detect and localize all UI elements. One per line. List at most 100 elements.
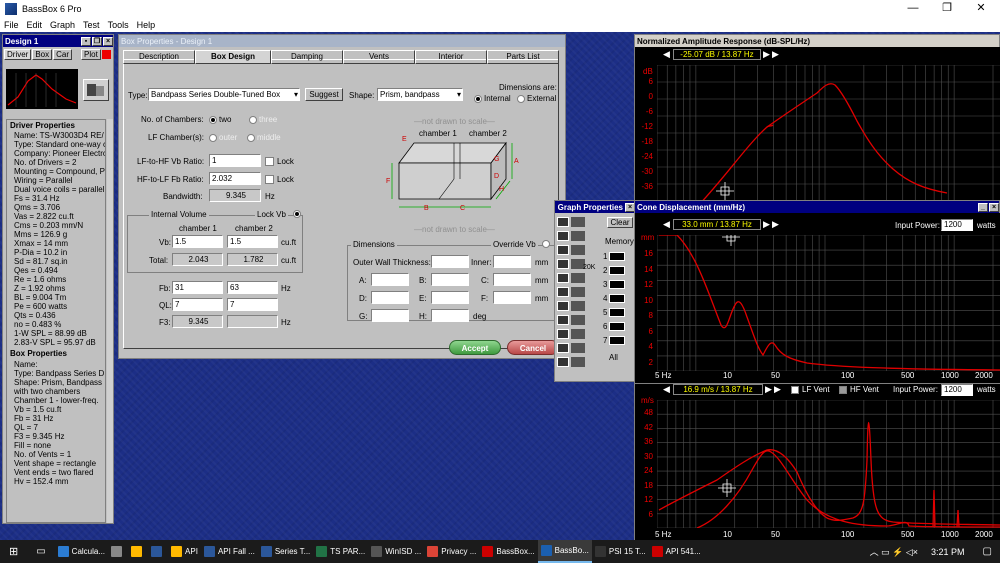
graph-tool-icon[interactable] — [571, 343, 585, 353]
tab-box[interactable]: Box — [32, 49, 53, 60]
close-icon[interactable]: × — [989, 203, 999, 212]
inner-wall-input[interactable] — [493, 255, 531, 268]
vent-fast-forward-icon[interactable]: ▶ — [774, 384, 781, 395]
lock-vb-ratio-checkbox[interactable]: Lock — [265, 157, 294, 167]
graph-tool-icon[interactable] — [557, 259, 569, 269]
readout-left-arrow-icon[interactable]: ◀ — [663, 49, 670, 60]
plot-button[interactable]: Plot — [81, 49, 101, 60]
memory-slot[interactable]: 3 — [603, 277, 633, 291]
dim-a-input[interactable] — [371, 273, 409, 286]
menu-edit[interactable]: Edit — [27, 20, 43, 30]
graph-tool-icon[interactable] — [557, 287, 569, 297]
taskbar-app[interactable]: WinISD ... — [368, 540, 424, 563]
vent-plot-area[interactable]: 16.9 m/s / 13.87 Hz ◀ ▶ ▶ LF Vent HF Ven… — [635, 384, 1000, 541]
outer-wall-input[interactable] — [431, 255, 469, 268]
taskbar-app[interactable] — [108, 540, 128, 563]
taskbar-app[interactable]: API 541... — [649, 540, 704, 563]
taskbar-app[interactable] — [148, 540, 168, 563]
restore-icon[interactable]: ❐ — [932, 0, 962, 17]
tab-car[interactable]: Car — [53, 49, 73, 60]
graph-tool-icon[interactable] — [571, 287, 585, 297]
vent-power-input[interactable]: 1200 — [941, 384, 973, 396]
vent-right-arrow-icon[interactable]: ▶ — [765, 384, 772, 395]
box-type-select[interactable]: Bandpass Series Double-Tuned Box ▾ — [148, 88, 300, 101]
chambers-two-radio[interactable]: two — [209, 115, 231, 124]
tab-interior[interactable]: Interior — [415, 50, 487, 64]
menu-test[interactable]: Test — [83, 20, 100, 30]
tab-description[interactable]: Description — [123, 50, 195, 64]
hf-lf-fb-input[interactable]: 2.032 — [209, 172, 261, 185]
graph-tool-icon[interactable] — [557, 357, 569, 367]
cone-plot-area[interactable]: 33.0 mm / 13.87 Hz ◀ ▶ ▶ Input Power: 12… — [635, 213, 1000, 384]
memory-slot[interactable]: 7 — [603, 333, 633, 347]
taskbar-app[interactable]: API — [168, 540, 201, 563]
lock-fb-ratio-checkbox[interactable]: Lock — [265, 175, 294, 185]
menu-file[interactable]: File — [4, 20, 19, 30]
tab-parts-list[interactable]: Parts List — [487, 50, 559, 64]
internal-radio[interactable]: Internal — [474, 94, 511, 103]
close-icon[interactable]: ✕ — [966, 0, 996, 17]
menu-graph[interactable]: Graph — [50, 20, 75, 30]
lock-vb-radio[interactable] — [293, 210, 301, 218]
graph-tool-icon[interactable] — [557, 301, 569, 311]
ql1-input[interactable]: 7 — [172, 298, 223, 311]
lf-hf-vb-input[interactable]: 1 — [209, 154, 261, 167]
start-windows-icon[interactable]: ⊞ — [0, 540, 27, 563]
minimize-icon[interactable]: — — [898, 0, 928, 17]
graph-tool-icon[interactable] — [557, 231, 569, 241]
override-vb-radio[interactable] — [542, 240, 550, 248]
dim-d-input[interactable] — [371, 291, 409, 304]
graph-tool-icon[interactable] — [571, 315, 585, 325]
taskbar-app[interactable]: Privacy ... — [424, 540, 479, 563]
tab-driver[interactable]: Driver — [4, 49, 32, 60]
taskbar-app[interactable]: PSI 15 T... — [592, 540, 649, 563]
save-icon[interactable]: ▪ — [81, 37, 91, 46]
lf-middle-radio[interactable]: middle — [247, 133, 281, 142]
cone-right-arrow-icon[interactable]: ▶ — [763, 219, 770, 230]
cone-left-arrow-icon[interactable]: ◀ — [663, 219, 670, 230]
readout-fast-forward-icon[interactable]: ▶ — [772, 49, 779, 60]
minimize-icon[interactable]: _ — [978, 203, 988, 212]
graph-tool-icon[interactable] — [571, 273, 585, 283]
readout-right-arrow-icon[interactable]: ▶ — [763, 49, 770, 60]
memory-slot[interactable]: 4 — [603, 291, 633, 305]
suggest-button[interactable]: Suggest — [305, 88, 343, 101]
vent-left-arrow-icon[interactable]: ◀ — [663, 384, 670, 395]
fb2-input[interactable]: 63 — [227, 281, 278, 294]
menu-help[interactable]: Help — [137, 20, 156, 30]
external-radio[interactable]: External — [517, 94, 556, 103]
taskbar-app[interactable]: Series T... — [258, 540, 313, 563]
fb1-input[interactable]: 31 — [172, 281, 223, 294]
clear-button[interactable]: Clear — [607, 217, 633, 228]
dim-e-input[interactable] — [431, 291, 469, 304]
memory-all-label[interactable]: All — [609, 353, 618, 362]
graph-tool-icon[interactable] — [571, 329, 585, 339]
close-icon[interactable]: × — [103, 37, 113, 46]
properties-scrollbar[interactable] — [107, 119, 113, 523]
graph-tool-icon[interactable] — [557, 329, 569, 339]
accept-button[interactable]: Accept — [449, 340, 501, 355]
amplitude-plot-area[interactable]: -25.07 dB / 13.87 Hz ◀ ▶ ▶ dB 6 0 -6 -12 -18… — [635, 47, 1000, 201]
taskbar-app[interactable] — [128, 540, 148, 563]
notifications-icon[interactable]: ▢ — [975, 540, 1000, 563]
lf-outer-radio[interactable]: outer — [209, 133, 237, 142]
memory-slot[interactable]: 5 — [603, 305, 633, 319]
tab-vents[interactable]: Vents — [343, 50, 415, 64]
cancel-button[interactable]: Cancel — [507, 340, 559, 355]
plot-color-swatch[interactable] — [101, 50, 111, 59]
cone-power-input[interactable]: 1200 — [941, 219, 973, 231]
tab-damping[interactable]: Damping — [271, 50, 343, 64]
cone-fast-forward-icon[interactable]: ▶ — [772, 219, 779, 230]
graph-tool-icon[interactable] — [557, 273, 569, 283]
lf-vent-checkbox[interactable]: LF Vent — [791, 385, 830, 394]
hf-vent-checkbox[interactable]: HF Vent — [839, 385, 879, 394]
taskbar-app[interactable]: BassBo... — [537, 540, 592, 563]
dim-h-input[interactable] — [431, 309, 469, 322]
copy-icon[interactable]: ❐ — [92, 37, 102, 46]
graph-tool-icon[interactable] — [571, 231, 585, 241]
taskbar-app[interactable]: API Fall ... — [201, 540, 258, 563]
tray-icons[interactable]: ︿ ▭ ⚡ ◁× — [867, 540, 921, 563]
tab-box-design[interactable]: Box Design — [195, 50, 271, 64]
dim-b-input[interactable] — [431, 273, 469, 286]
menu-tools[interactable]: Tools — [108, 20, 129, 30]
